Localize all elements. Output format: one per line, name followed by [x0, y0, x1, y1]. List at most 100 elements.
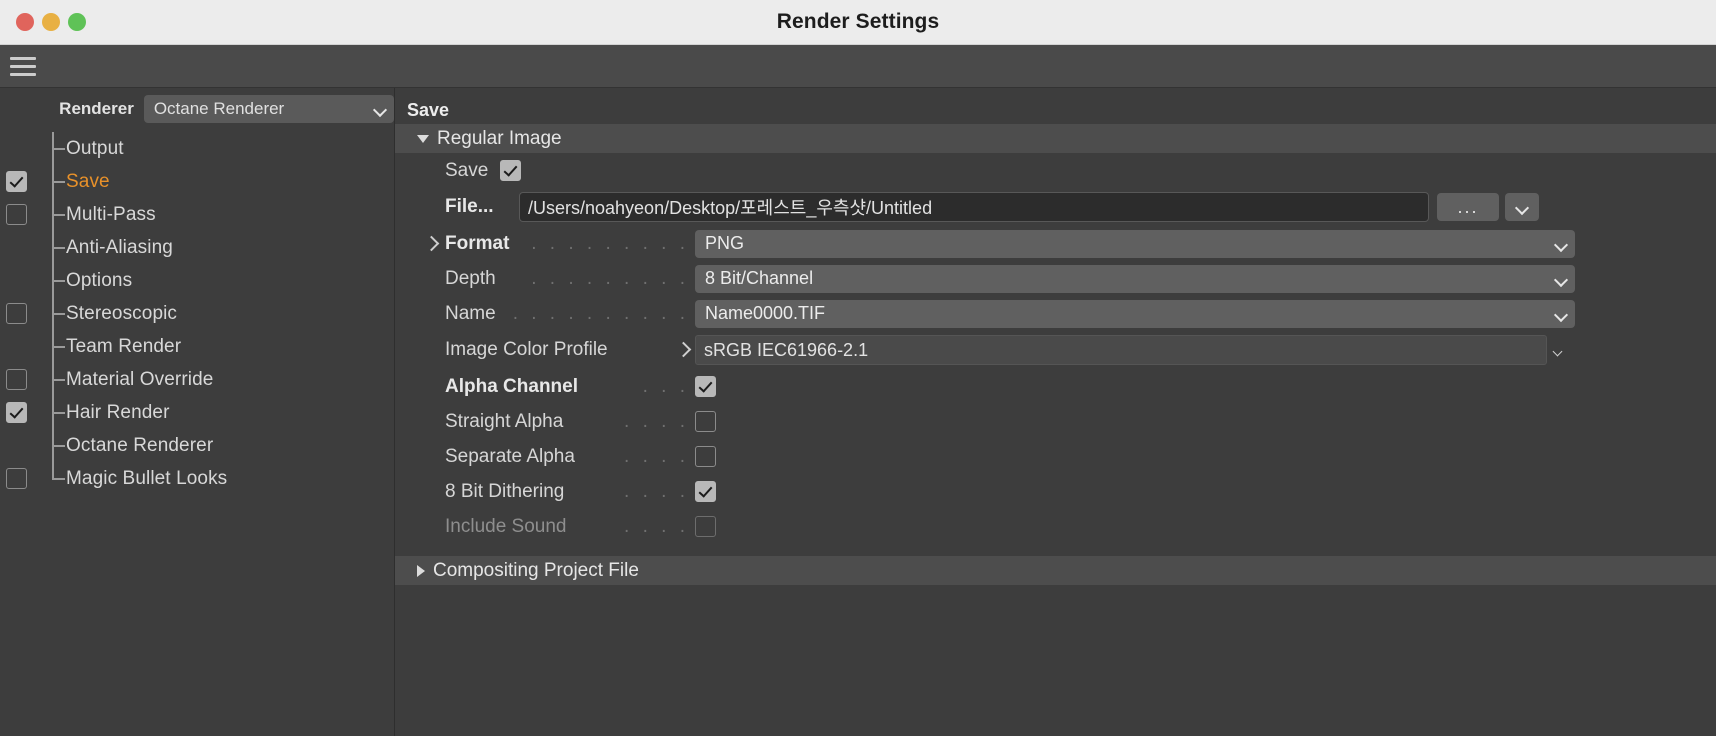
format-dropdown[interactable]: PNG — [695, 229, 1575, 258]
browse-button[interactable]: ... — [1437, 193, 1499, 221]
sidebar-item-label: Anti-Aliasing — [66, 236, 173, 258]
format-label: Format — [445, 232, 510, 254]
separate-alpha-checkbox[interactable] — [695, 446, 716, 467]
sidebar-item-label: Save — [66, 170, 110, 192]
checkbox-cell — [0, 303, 32, 324]
hamburger-icon[interactable] — [10, 56, 36, 76]
alpha-channel-label: Alpha Channel — [445, 375, 579, 397]
render-settings-window: Render Settings Renderer Octane Renderer… — [0, 0, 1716, 736]
row-format: Format . . . . . . . . . PNG — [395, 226, 1716, 261]
name-dropdown[interactable]: Name0000.TIF — [695, 299, 1575, 328]
row-straight-alpha: Straight Alpha . . . . — [395, 404, 1716, 439]
alpha-channel-checkbox[interactable] — [695, 376, 716, 397]
name-label-cell: Name . . . . . . . . . . — [445, 303, 695, 325]
page-title: Save — [407, 100, 450, 120]
sidebar-item-label: Material Override — [66, 368, 214, 390]
chevron-down-icon — [1555, 273, 1567, 285]
color-profile-label-cell: Image Color Profile — [445, 339, 695, 361]
group-header-compositing-project-file[interactable]: Compositing Project File — [395, 556, 1716, 585]
depth-label: Depth — [445, 267, 496, 289]
title-bar: Render Settings — [0, 0, 1716, 45]
row-alpha-channel: Alpha Channel . . . — [395, 369, 1716, 404]
include-sound-checkbox — [695, 516, 716, 537]
tree-branch-line — [32, 132, 72, 165]
sidebar-item-label: Stereoscopic — [66, 302, 178, 324]
sidebar-checkbox[interactable] — [5, 468, 27, 489]
sidebar-item-multi-pass[interactable]: Multi-Pass — [0, 198, 394, 231]
renderer-label: Renderer — [59, 99, 134, 118]
tree-branch-line — [32, 297, 72, 330]
sidebar-item-label: Team Render — [66, 335, 182, 357]
row-depth: Depth . . . . . . . . . 8 Bit/Channel — [395, 261, 1716, 296]
leader-dots: . . . — [642, 375, 689, 397]
sidebar-item-team-render[interactable]: Team Render — [0, 330, 394, 363]
row-file: File... /Users/noahyeon/Desktop/포레스트_우측샷… — [395, 188, 1716, 226]
alpha-channel-label-cell: Alpha Channel . . . — [445, 376, 695, 398]
row-name: Name . . . . . . . . . . Name0000.TIF — [395, 296, 1716, 331]
dithering-label: 8 Bit Dithering — [445, 480, 565, 502]
chevron-down-icon — [374, 103, 386, 115]
sidebar-item-options[interactable]: Options — [0, 264, 394, 297]
color-profile-stepper[interactable] — [1549, 335, 1567, 365]
file-dropdown-button[interactable] — [1505, 193, 1539, 221]
depth-dropdown[interactable]: 8 Bit/Channel — [695, 264, 1575, 293]
tree-branch-line — [32, 198, 72, 231]
tree-branch-line — [32, 330, 72, 363]
sidebar-item-anti-aliasing[interactable]: Anti-Aliasing — [0, 231, 394, 264]
sidebar-item-stereoscopic[interactable]: Stereoscopic — [0, 297, 394, 330]
tree-branch-line — [32, 231, 72, 264]
color-profile-input[interactable]: sRGB IEC61966-2.1 — [695, 335, 1547, 365]
sidebar-item-output[interactable]: Output — [0, 132, 394, 165]
tree-branch-line — [32, 462, 72, 495]
window-title: Render Settings — [776, 10, 940, 33]
dithering-checkbox[interactable] — [695, 481, 716, 502]
settings-sidebar: Renderer Octane Renderer Output Save Multi… — [0, 88, 395, 736]
save-settings-panel: Save Regular Image Save File... /Users/n… — [395, 88, 1716, 736]
leader-dots: . . . . — [624, 480, 689, 502]
straight-alpha-checkbox[interactable] — [695, 411, 716, 432]
group-label: Regular Image — [437, 127, 562, 149]
leader-dots: . . . . — [624, 410, 689, 432]
sidebar-item-hair-render[interactable]: Hair Render — [0, 396, 394, 429]
straight-alpha-label-cell: Straight Alpha . . . . — [445, 411, 695, 433]
checkbox-cell — [0, 369, 32, 390]
content-split: Renderer Octane Renderer Output Save Multi… — [0, 88, 1716, 736]
sidebar-item-magic-bullet-looks[interactable]: Magic Bullet Looks — [0, 462, 394, 495]
settings-tree: Output Save Multi-Pass Anti-Aliasing Options… — [0, 130, 394, 495]
sidebar-checkbox[interactable] — [5, 369, 27, 390]
format-expand-toggle[interactable] — [417, 235, 445, 252]
sidebar-item-label: Options — [66, 269, 133, 291]
menu-strip — [0, 45, 1716, 88]
format-label-cell: Format . . . . . . . . . — [445, 233, 695, 255]
row-color-profile: Image Color Profile sRGB IEC61966-2.1 — [395, 331, 1716, 369]
chevron-down-icon — [1555, 238, 1567, 250]
depth-label-cell: Depth . . . . . . . . . — [445, 268, 695, 290]
straight-alpha-label: Straight Alpha — [445, 410, 564, 432]
save-checkbox[interactable] — [500, 160, 521, 181]
sidebar-item-octane-renderer[interactable]: Octane Renderer — [0, 429, 394, 462]
sidebar-item-label: Magic Bullet Looks — [66, 467, 228, 489]
chevron-right-icon[interactable] — [675, 341, 692, 358]
sidebar-checkbox[interactable] — [5, 204, 27, 225]
include-sound-label-cell: Include Sound . . . . — [445, 516, 695, 538]
sidebar-item-material-override[interactable]: Material Override — [0, 363, 394, 396]
tree-branch-line — [32, 396, 72, 429]
separate-alpha-label: Separate Alpha — [445, 445, 575, 467]
sidebar-item-label: Hair Render — [66, 401, 170, 423]
file-path-input[interactable]: /Users/noahyeon/Desktop/포레스트_우측샷/Untitle… — [519, 192, 1429, 222]
sidebar-item-label: Multi-Pass — [66, 203, 156, 225]
sidebar-checkbox[interactable] — [5, 303, 27, 324]
separate-alpha-label-cell: Separate Alpha . . . . — [445, 446, 695, 468]
renderer-select[interactable]: Octane Renderer — [143, 95, 394, 123]
triangle-right-icon — [417, 564, 425, 577]
name-value: Name0000.TIF — [705, 303, 826, 323]
sidebar-item-save[interactable]: Save — [0, 165, 394, 198]
checkbox-cell — [0, 468, 32, 489]
sidebar-checkbox[interactable] — [5, 402, 27, 423]
group-header-regular-image[interactable]: Regular Image — [395, 124, 1716, 153]
tree-branch-line — [32, 165, 72, 198]
checkbox-cell — [0, 402, 32, 423]
sidebar-checkbox[interactable] — [5, 171, 27, 192]
triangle-down-icon — [417, 134, 429, 143]
renderer-value: Octane Renderer — [153, 99, 285, 118]
